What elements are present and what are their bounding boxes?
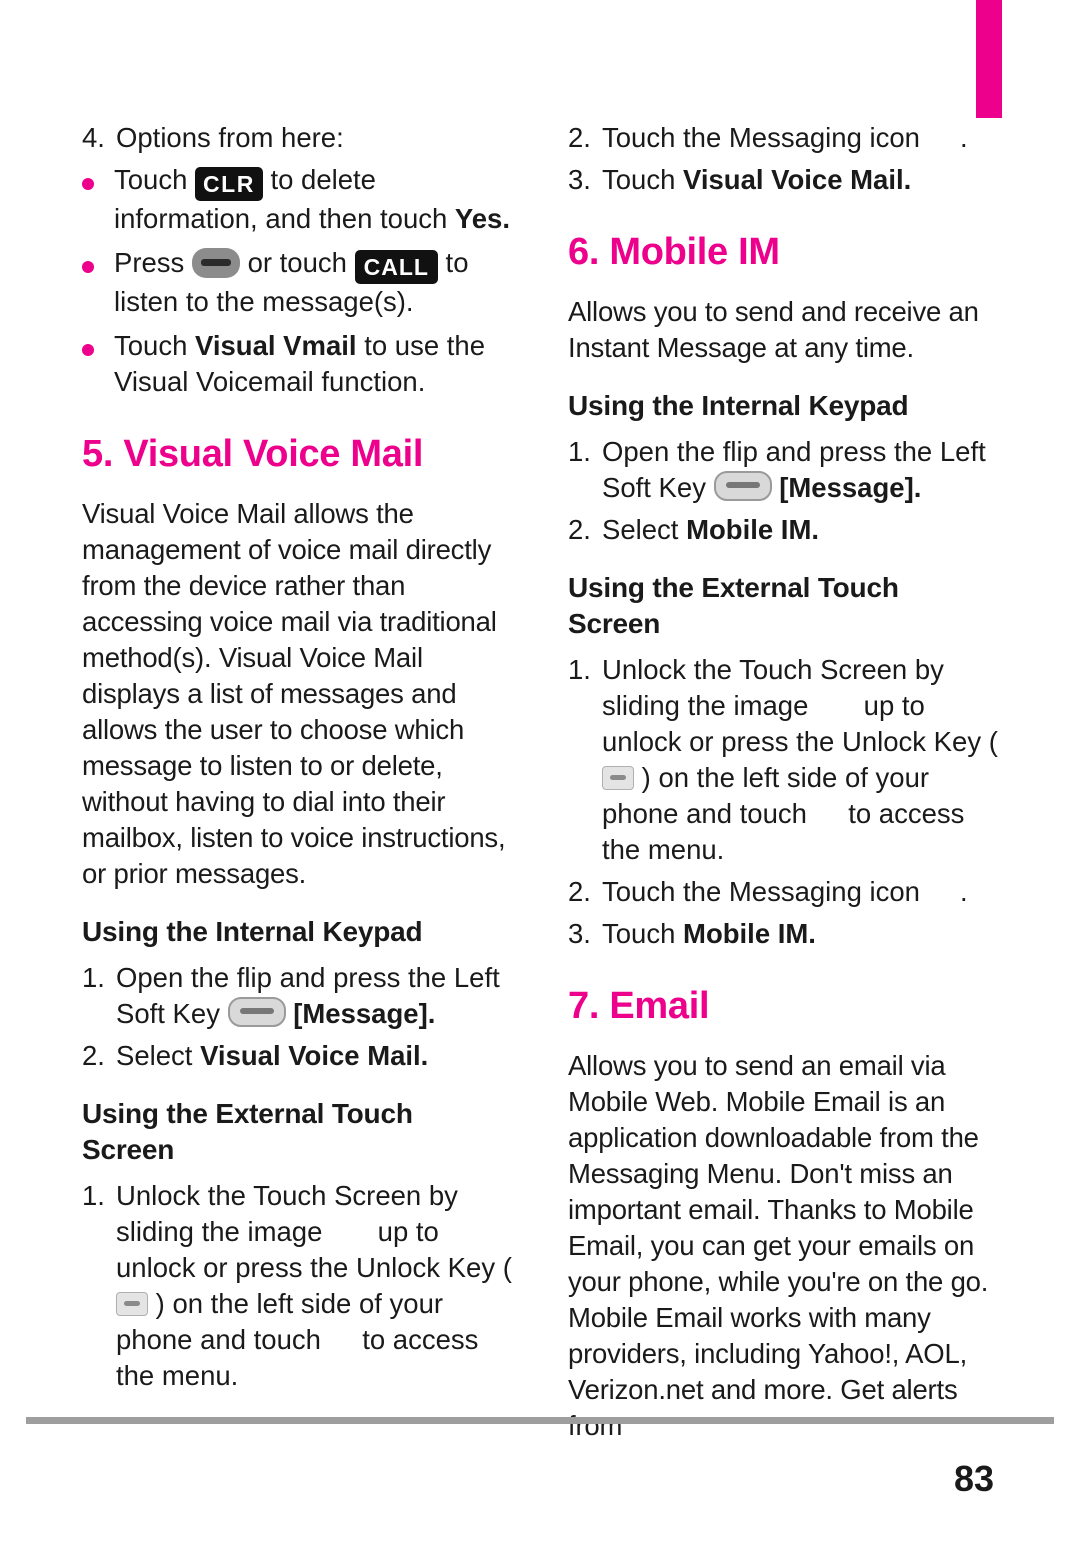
- list-item: Touch Visual Vmail to use the Visual Voi…: [82, 328, 512, 400]
- list-text: Select Mobile IM.: [602, 512, 998, 548]
- step-tail: .: [959, 122, 968, 153]
- step-bold: Visual Voice Mail.: [683, 164, 912, 195]
- list-number: 3.: [568, 918, 591, 949]
- list-item: 3. Touch Visual Voice Mail.: [568, 162, 998, 198]
- bullet1-bold-tail: Yes.: [454, 203, 510, 234]
- bullet2-pre: Press: [114, 247, 192, 278]
- list-item: 4. Options from here:: [82, 120, 512, 156]
- bullet-dot-icon: [82, 245, 114, 320]
- list-item: 1. Unlock the Touch Screen by sliding th…: [568, 652, 998, 868]
- list-text: Options from here:: [116, 122, 344, 153]
- step-post: [Message].: [771, 472, 922, 503]
- section7-paragraph: Allows you to send an email via Mobile W…: [568, 1050, 989, 1441]
- step-pre: Select: [116, 1040, 201, 1071]
- list-text: Unlock the Touch Screen by sliding the i…: [602, 652, 998, 868]
- list-item: Touch CLR to delete information, and the…: [82, 162, 512, 237]
- subheading-internal-keypad: Using the Internal Keypad: [568, 390, 909, 421]
- list-text: Select Visual Voice Mail.: [116, 1038, 512, 1074]
- step-text: Touch the Messaging icon: [602, 122, 920, 153]
- list-text: Press or touch CALL to listen to the mes…: [114, 245, 512, 320]
- section6-paragraph: Allows you to send and receive an Instan…: [568, 296, 979, 363]
- step-post: [Message].: [285, 998, 436, 1029]
- bullet-dot-icon: [82, 328, 114, 400]
- list-text: Open the flip and press the Left Soft Ke…: [116, 960, 512, 1032]
- subheading-external-touch-screen: Using the External Touch Screen: [82, 1098, 413, 1165]
- list-item: 2. Touch the Messaging icon.: [568, 874, 998, 910]
- list-text: Touch Visual Vmail to use the Visual Voi…: [114, 328, 512, 400]
- soft-key-icon: [227, 997, 286, 1027]
- step-bold: Mobile IM.: [683, 918, 816, 949]
- page-tab-marker: [976, 0, 1002, 118]
- list-item: 2. Touch the Messaging icon.: [568, 120, 998, 156]
- step-tail: .: [959, 876, 968, 907]
- section-heading-visual-voice-mail: 5. Visual Voice Mail: [82, 433, 424, 475]
- step-pre: Touch: [602, 918, 684, 949]
- bullet3-bold: Visual Vmail: [195, 330, 357, 361]
- list-number: 2.: [568, 122, 591, 153]
- list-text: Unlock the Touch Screen by sliding the i…: [116, 1178, 512, 1394]
- call-key-icon: CALL: [354, 250, 438, 284]
- list-item: 3. Touch Mobile IM.: [568, 916, 998, 952]
- list-item: 1. Open the flip and press the Left Soft…: [568, 434, 998, 506]
- send-key-icon: [191, 248, 240, 278]
- list-item: Press or touch CALL to listen to the mes…: [82, 245, 512, 320]
- page-number: 83: [953, 1458, 994, 1499]
- two-column-layout: 4. Options from here: Touch CLR to delet…: [0, 120, 1080, 1450]
- bullet3-pre: Touch: [114, 330, 196, 361]
- manual-page: 4. Options from here: Touch CLR to delet…: [0, 0, 1080, 1552]
- step-bold: Mobile IM.: [686, 514, 819, 545]
- list-number: 2.: [82, 1040, 105, 1071]
- list-number: 1.: [82, 1180, 105, 1211]
- section-heading-mobile-im: 6. Mobile IM: [568, 231, 780, 273]
- unlock-key-icon: [602, 766, 634, 790]
- subheading-external-touch-screen: Using the External Touch Screen: [568, 572, 899, 639]
- list-text: Touch CLR to delete information, and the…: [114, 162, 512, 237]
- list-item: 1. Unlock the Touch Screen by sliding th…: [82, 1178, 512, 1394]
- section5-paragraph: Visual Voice Mail allows the management …: [82, 498, 506, 889]
- list-number: 3.: [568, 164, 591, 195]
- soft-key-icon: [713, 471, 772, 501]
- footer-divider: [26, 1417, 1054, 1424]
- step-pre: Select: [602, 514, 687, 545]
- list-text: Touch Visual Voice Mail.: [602, 162, 998, 198]
- bullet-dot-icon: [82, 162, 114, 237]
- list-number: 4.: [82, 122, 105, 153]
- list-number: 2.: [568, 876, 591, 907]
- list-item: 2. Select Visual Voice Mail.: [82, 1038, 512, 1074]
- list-number: 1.: [568, 436, 591, 467]
- unlock-key-icon: [116, 1292, 148, 1316]
- left-column: 4. Options from here: Touch CLR to delet…: [82, 120, 512, 1450]
- list-item: 2. Select Mobile IM.: [568, 512, 998, 548]
- list-text: Touch the Messaging icon.: [602, 120, 998, 156]
- list-text: Touch Mobile IM.: [602, 916, 998, 952]
- right-column: 2. Touch the Messaging icon. 3. Touch Vi…: [568, 120, 998, 1450]
- bullet1-pre: Touch: [114, 164, 196, 195]
- section-heading-email: 7. Email: [568, 985, 710, 1027]
- clr-key-icon: CLR: [195, 167, 263, 201]
- step-text: Touch the Messaging icon: [602, 876, 920, 907]
- list-number: 2.: [568, 514, 591, 545]
- step-pre: Touch: [602, 164, 684, 195]
- list-text: Open the flip and press the Left Soft Ke…: [602, 434, 998, 506]
- list-text: Touch the Messaging icon.: [602, 874, 998, 910]
- list-item: 1. Open the flip and press the Left Soft…: [82, 960, 512, 1032]
- step-bold: Visual Voice Mail.: [200, 1040, 429, 1071]
- bullet2-mid: or touch: [239, 247, 355, 278]
- subheading-internal-keypad: Using the Internal Keypad: [82, 916, 423, 947]
- list-number: 1.: [568, 654, 591, 685]
- list-number: 1.: [82, 962, 105, 993]
